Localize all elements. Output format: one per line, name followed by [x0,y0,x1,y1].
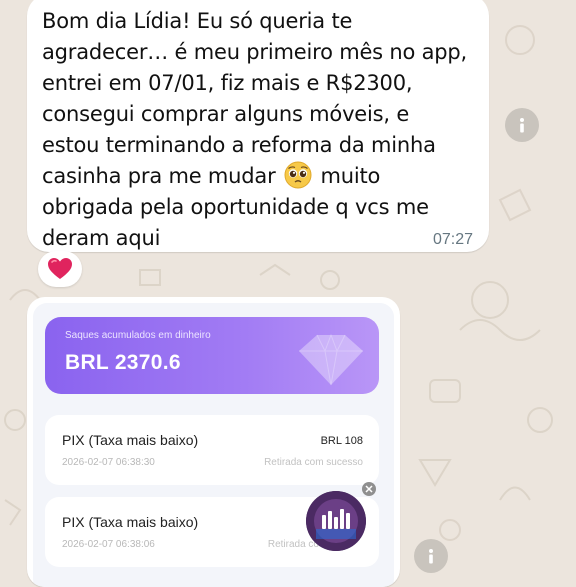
balance-value: BRL 2370.6 [65,351,181,374]
message-line: estou terminando a reforma da minha [42,133,436,157]
diamond-icon [299,333,363,386]
transaction-method: PIX (Taxa mais baixo) [62,514,199,530]
message-text: Bom dia Lídia! Eu só queria te agradecer… [42,6,482,254]
message-line: consegui comprar alguns móveis, e [42,102,410,126]
transaction-date: 2026-02-07 06:38:30 [62,457,155,468]
transaction-status: Retirada com sucesso [264,457,363,468]
message-line: agradecer… é meu primeiro mês no app, [42,40,468,64]
transaction-row: PIX (Taxa mais baixo) 2026-02-07 06:38:3… [45,415,379,485]
transaction-amount: BRL 108 [320,435,363,447]
pleading-face-emoji-icon [284,161,312,189]
message-line-segment: muito [320,164,381,188]
message-reaction[interactable] [38,251,82,287]
info-icon [520,118,524,133]
message-line: deram aqui [42,226,161,250]
red-heart-icon [48,258,72,279]
overlay-logo-icon [306,491,366,551]
info-icon [429,549,433,564]
message-line-segment: casinha pra me mudar [42,164,276,188]
message-line: entrei em 07/01, fiz mais e R$2300, [42,71,413,95]
balance-label: Saques acumulados em dinheiro [65,330,211,341]
overlay-close-button [362,482,376,496]
transaction-method: PIX (Taxa mais baixo) [62,432,199,448]
message-line: obrigada pela oportunidade q vcs me [42,195,429,219]
message-info-button[interactable] [505,108,539,142]
floating-overlay-avatar [306,491,366,551]
image-info-button[interactable] [414,539,448,573]
balance-card: Saques acumulados em dinheiro BRL 2370.6 [45,317,379,394]
message-timestamp: 07:27 [433,231,474,248]
message-line: casinha pra me mudar muito [42,161,482,192]
transaction-status: Retirada co [267,539,319,550]
close-icon [365,485,373,493]
message-line: Bom dia Lídia! Eu só queria te [42,9,353,33]
transaction-date: 2026-02-07 06:38:06 [62,539,155,550]
